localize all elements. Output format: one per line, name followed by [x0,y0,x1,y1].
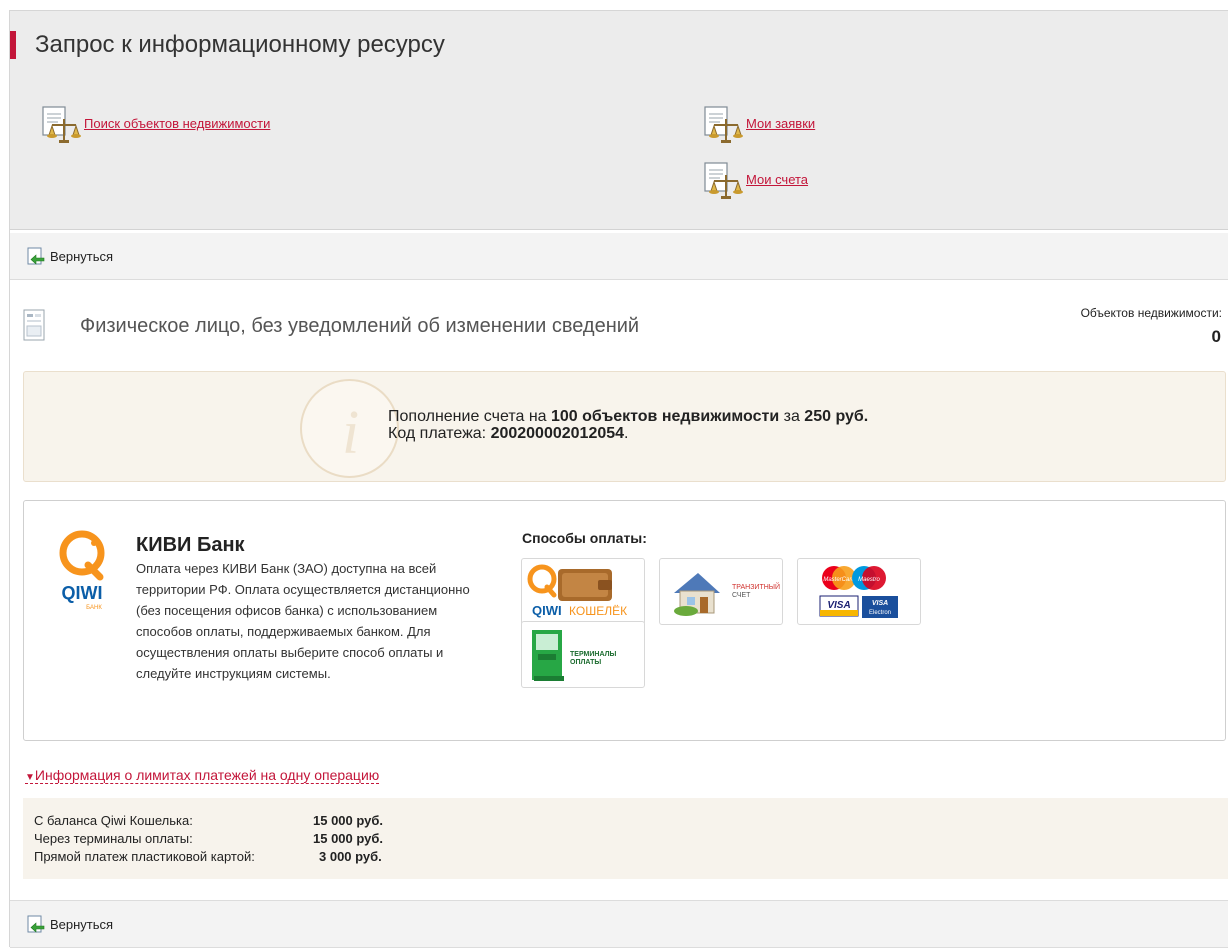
qiwi-wallet-icon: QIWI КОШЕЛЁК [527,564,627,618]
wallet-brand: QIWI [532,603,562,618]
visa-electron-text: VISA [872,600,888,607]
qiwi-logo-subtext: БАНК [86,605,102,611]
wallet-label: КОШЕЛЁК [569,604,627,618]
transit-line2: СЧЕТ [732,592,751,599]
method-transit-account[interactable]: ТРАНЗИТНЫЙ СЧЕТ [659,558,783,625]
back-arrow-icon [27,915,45,933]
payment-code: 200200002012054 [490,425,625,442]
page-title: Запрос к информационному ресурсу [35,31,445,58]
bank-description: Оплата через КИВИ Банк (ЗАО) доступна на… [136,561,470,681]
section-title: Физическое лицо, без уведомлений об изме… [80,315,640,337]
qiwi-bank-logo: QIWI БАНК [59,530,105,611]
title-accent-bar [10,31,16,59]
nav-accounts-link[interactable]: Мои счета [746,172,808,187]
limits-toggle-label: Информация о лимитах платежей на одну оп… [34,767,380,783]
limit-label: Через терминалы оплаты: [34,831,193,846]
limit-value: 3 000 руб. [319,849,382,864]
bank-cards-icon: MasterCard Maestro VISA VISA Electron [819,566,898,618]
qiwi-logo-text: QIWI [62,583,103,603]
document-scales-icon [704,162,743,199]
limit-value: 15 000 руб. [313,831,384,846]
back-button[interactable]: Вернуться [26,915,113,933]
nav-search-link[interactable]: Поиск объектов недвижимости [84,116,270,131]
payment-methods-title: Способы оплаты: [522,530,647,546]
limit-label: Прямой платеж пластиковой картой: [34,849,255,864]
method-bank-cards[interactable]: MasterCard Maestro VISA VISA Electron [797,558,921,625]
visa-text: VISA [827,600,850,611]
page-header: Запрос к информационному ресурсу Поиск о… [10,11,1228,230]
electron-text: Electron [869,610,891,616]
terminal-icon: ТЕРМИНАЛЫ ОПЛАТЫ [532,630,616,681]
info-glyph: i [342,399,359,467]
bottom-back-bar: Вернуться [10,900,1228,948]
terminals-line2: ОПЛАТЫ [570,659,601,666]
document-scales-icon [42,106,81,143]
back-arrow-icon [27,247,45,265]
objects-count-label: Объектов недвижимости: [1080,306,1222,320]
payment-bank-box: QIWI БАНК КИВИ Банк Оплата через КИВИ Ба… [23,500,1226,741]
info-code-end: . [624,425,629,442]
house-icon: ТРАНЗИТНЫЙ СЧЕТ [674,573,780,616]
info-middle: за [779,408,805,425]
method-payment-terminals[interactable]: ТЕРМИНАЛЫ ОПЛАТЫ [521,621,645,688]
document-scales-icon [704,106,743,143]
limit-value: 15 000 руб. [313,813,384,828]
mastercard-text: MasterCard [823,577,855,583]
nav-search-item[interactable]: Поиск объектов недвижимости [40,105,270,145]
info-text: Пополнение счета на 100 объектов недвижи… [388,408,868,442]
method-qiwi-wallet[interactable]: QIWI КОШЕЛЁК [521,558,645,625]
back-button[interactable]: Вернуться [26,247,113,265]
info-code-label: Код платежа: [388,425,491,442]
nav-accounts-item[interactable]: Мои счета [702,161,808,201]
nav-requests-item[interactable]: Мои заявки [702,105,815,145]
info-icon: i [300,379,399,478]
maestro-text: Maestro [858,577,880,583]
limits-table: С баланса Qiwi Кошелька: 15 000 руб. Чер… [23,798,1228,879]
form-document-icon [23,309,45,341]
back-label: Вернуться [50,916,114,932]
transit-line1: ТРАНЗИТНЫЙ [732,582,780,591]
objects-count-value: 0 [1211,327,1221,346]
main-frame: Запрос к информационному ресурсу Поиск о… [9,10,1228,948]
nav-requests-link[interactable]: Мои заявки [746,116,815,131]
svg-text:i: i [342,399,359,467]
limit-label: С баланса Qiwi Кошелька: [34,813,193,828]
caret-down-icon: ▼ [25,772,35,783]
info-price: 250 руб. [804,408,869,425]
info-prefix: Пополнение счета на [388,408,551,425]
limits-toggle[interactable]: ▼Информация о лимитах платежей на одну о… [25,767,380,784]
back-label: Вернуться [50,248,114,264]
info-objects: 100 объектов недвижимости [551,408,780,425]
top-back-bar: Вернуться [10,233,1228,280]
payment-info-box: i Пополнение счета на 100 объектов недви… [23,371,1226,482]
terminals-line1: ТЕРМИНАЛЫ [570,651,616,658]
bank-name: КИВИ Банк [136,534,245,556]
